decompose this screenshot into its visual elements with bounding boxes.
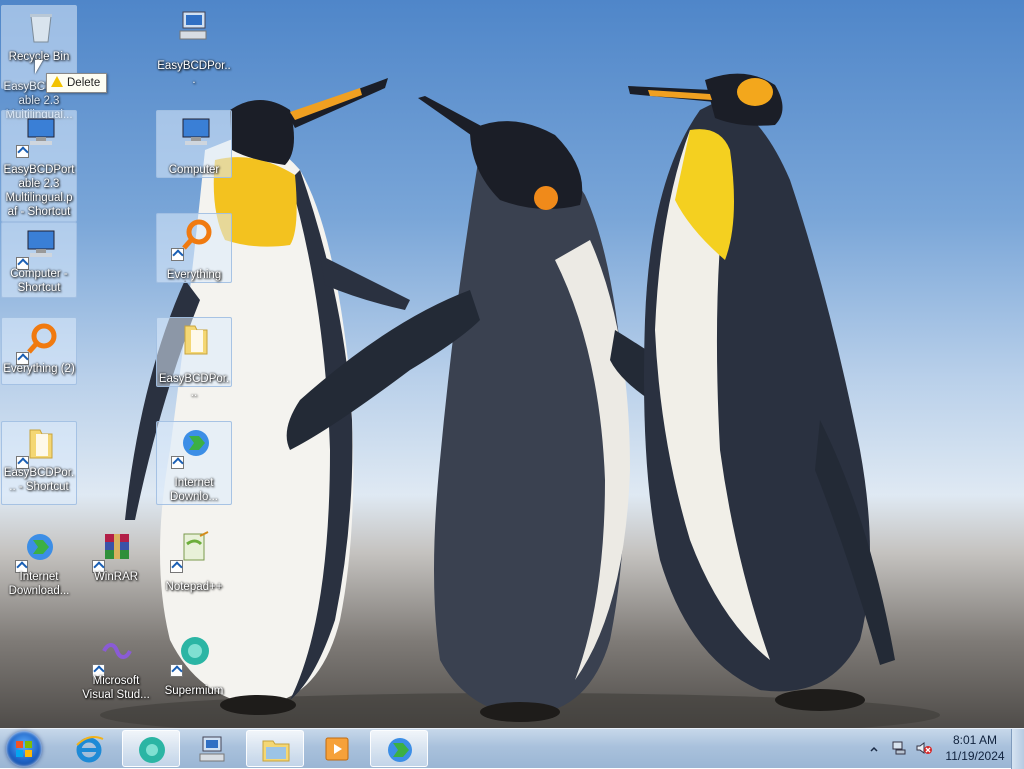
easybcd-computer-icon (179, 11, 207, 40)
desktop-icon-easybcd-folder-shortcut[interactable]: EasyBCDPor... - Shortcut (1, 421, 77, 505)
shortcut-arrow-icon (170, 664, 183, 677)
desktop-icon-visual-studio[interactable]: Microsoft Visual Stud... (78, 630, 154, 714)
desktop-icon-label: EasyBCDPor... - Shortcut (3, 467, 75, 493)
network-tray-button[interactable] (891, 740, 907, 756)
desktop-icon-computer[interactable]: Computer (156, 110, 232, 178)
desktop-icon-label: Notepad++ (165, 581, 223, 593)
internet-download-manager-icon (388, 738, 412, 762)
desktop-icon-internet-download-2[interactable]: Internet Downlo... (156, 421, 232, 505)
warning-icon (51, 76, 63, 87)
taskbar-internet-download-manager[interactable] (370, 730, 428, 767)
clock-time: 8:01 AM (952, 733, 998, 747)
mouse-cursor-icon (35, 60, 43, 74)
desktop-icon-label: Computer (168, 164, 220, 176)
desktop-icon-computer-shortcut[interactable]: Computer - Shortcut (1, 222, 77, 298)
internet-explorer-icon (76, 736, 104, 763)
supermium-icon (139, 737, 165, 763)
recycle-bin-icon (30, 14, 52, 43)
desktop-icon-label: Everything (2) (3, 363, 75, 375)
desktop-icon-easybcd-folder[interactable]: EasyBCDPor... (156, 317, 232, 399)
desktop-icon-easybcd-paf-shortcut[interactable]: EasyBCDPortable 2.3 Multilingual.paf - S… (1, 110, 77, 222)
folder-icon (262, 740, 290, 762)
taskbar-clock[interactable]: 8:01 AM 11/19/2024 (938, 732, 1012, 764)
shortcut-arrow-icon (16, 145, 29, 158)
visual-studio-icon (102, 643, 132, 659)
volume-tray-button[interactable] (915, 740, 933, 756)
network-icon (892, 741, 906, 755)
taskbar-windows-explorer[interactable] (246, 730, 304, 767)
easybcd-computer-icon (199, 736, 225, 762)
taskbar-internet-explorer[interactable] (60, 730, 118, 767)
desktop-icon-supermium[interactable]: Supermium (156, 630, 232, 714)
delete-tooltip: Delete (46, 73, 108, 93)
desktop-icon-label: Everything (166, 269, 222, 281)
clock-date: 11/19/2024 (945, 749, 1005, 763)
taskbar: 8:01 AM 11/19/2024 (0, 728, 1024, 769)
tooltip-text: Delete (67, 77, 101, 89)
desktop-icon-label: EasyBCDPor... (157, 60, 231, 86)
desktop-icon-winrar[interactable]: WinRAR (78, 526, 154, 610)
wallpaper-penguins (100, 73, 940, 728)
desktop-icon-label: EasyBCDPor... (158, 373, 230, 399)
notepad-plus-plus-icon (183, 531, 209, 561)
computer-icon (182, 118, 210, 145)
shortcut-arrow-icon (171, 456, 184, 469)
volume-muted-icon (916, 742, 932, 754)
show-desktop-button[interactable] (1011, 729, 1024, 769)
shortcut-arrow-icon (170, 560, 183, 573)
chevron-up-icon (870, 746, 878, 752)
taskbar-supermium[interactable] (122, 730, 180, 767)
desktop-icon-label: Supermium (164, 685, 224, 697)
desktop-icon-easybcd-portable[interactable]: EasyBCDPor... (156, 5, 232, 89)
everything-search-icon (27, 323, 57, 354)
desktop-icon-everything-2[interactable]: Everything (2) (1, 317, 77, 385)
media-player-icon (325, 737, 349, 761)
windows-logo-icon (16, 741, 32, 757)
show-hidden-icons-button[interactable] (869, 743, 879, 753)
desktop-icon-label: WinRAR (93, 571, 139, 583)
supermium-icon (181, 637, 209, 665)
desktop-icon-label: Internet Download... (8, 571, 70, 597)
taskbar-easybcd[interactable] (184, 730, 242, 767)
folder-icon (29, 429, 53, 459)
start-button[interactable] (6, 731, 42, 767)
desktop-icon-label: Internet Downlo... (170, 477, 218, 503)
desktop-icon-internet-download-1[interactable]: Internet Download... (1, 526, 77, 610)
folder-icon (184, 325, 208, 355)
desktop-icon-label: Microsoft Visual Stud... (82, 675, 150, 701)
computer-icon (27, 230, 55, 257)
desktop-icon-label: Computer - Shortcut (10, 268, 68, 294)
everything-search-icon (182, 219, 212, 250)
shortcut-arrow-icon (171, 248, 184, 261)
desktop-icon-notepad-plus-plus[interactable]: Notepad++ (156, 526, 232, 610)
internet-download-manager-icon (183, 430, 209, 456)
taskbar-media-player[interactable] (308, 730, 366, 767)
desktop-icon-everything[interactable]: Everything (156, 213, 232, 283)
winrar-icon (105, 534, 129, 559)
desktop-icon-label: EasyBCDPortable 2.3 Multilingual.paf - S… (3, 164, 75, 218)
desktop[interactable]: Recycle Bin EasyBCDPortable 2.3 Multilin… (0, 0, 1024, 728)
computer-icon (27, 118, 55, 145)
internet-download-manager-icon (27, 534, 53, 560)
